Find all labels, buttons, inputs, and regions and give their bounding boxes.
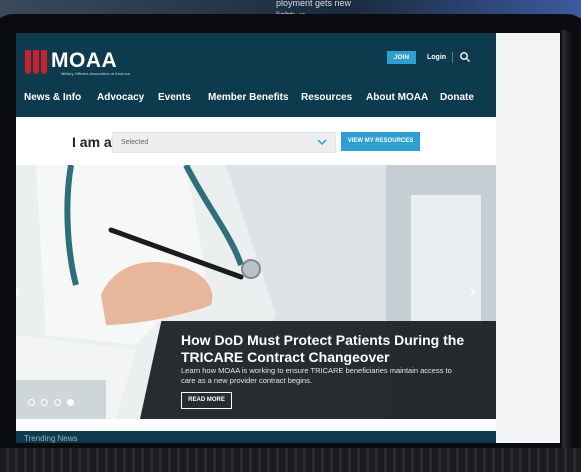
moaa-logo[interactable]: MOAA Military Officers Association of Am… <box>25 49 130 76</box>
keyboard-edge <box>0 448 581 472</box>
trending-news-title: Trending News <box>24 434 78 443</box>
hero-carousel: ‹ › How DoD Must Protect Patients During… <box>16 165 496 419</box>
join-button[interactable]: JOIN <box>387 51 416 64</box>
screen-right-panel <box>496 33 560 443</box>
logo-mark-icon <box>25 50 47 74</box>
laptop-edge <box>562 30 572 450</box>
role-select[interactable]: Selected <box>112 132 336 153</box>
i-am-a-label: I am a <box>72 134 112 150</box>
background-headline-line-1: ployment gets new <box>276 0 352 8</box>
role-select-value: Selected <box>121 139 149 146</box>
main-nav: News & Info Advocacy Events Member Benef… <box>16 89 496 107</box>
nav-item-events[interactable]: Events <box>158 89 191 107</box>
carousel-dot-4[interactable] <box>67 399 74 406</box>
login-link[interactable]: Login <box>427 52 446 63</box>
nav-item-news-info[interactable]: News & Info <box>24 89 81 107</box>
website-screen: MOAA Military Officers Association of Am… <box>16 33 496 443</box>
view-my-resources-button[interactable]: VIEW MY RESOURCES <box>341 132 420 151</box>
hero-headline[interactable]: How DoD Must Protect Patients During the… <box>181 332 481 366</box>
nav-item-member-benefits[interactable]: Member Benefits <box>208 89 289 107</box>
search-icon[interactable] <box>459 51 471 63</box>
logo-subtitle: Military Officers Association of America <box>61 71 130 76</box>
read-more-button[interactable]: READ MORE <box>181 392 232 409</box>
logo-text: MOAA <box>51 49 118 72</box>
carousel-dot-3[interactable] <box>54 399 61 406</box>
hero-subtext: Learn how MOAA is working to ensure TRIC… <box>181 366 452 385</box>
chevron-right-icon[interactable]: › <box>470 281 476 301</box>
chevron-left-icon[interactable]: ‹ <box>16 281 20 301</box>
carousel-dots <box>28 399 74 406</box>
site-header: MOAA Military Officers Association of Am… <box>16 33 496 117</box>
nav-item-resources[interactable]: Resources <box>301 89 352 107</box>
nav-item-about-moaa[interactable]: About MOAA <box>366 89 428 107</box>
carousel-dot-2[interactable] <box>41 399 48 406</box>
chevron-down-icon <box>317 139 327 145</box>
trending-news-section: Trending News <box>16 431 496 443</box>
header-divider <box>452 52 453 63</box>
nav-item-donate[interactable]: Donate <box>440 89 474 107</box>
nav-item-advocacy[interactable]: Advocacy <box>97 89 144 107</box>
carousel-dot-1[interactable] <box>28 399 35 406</box>
